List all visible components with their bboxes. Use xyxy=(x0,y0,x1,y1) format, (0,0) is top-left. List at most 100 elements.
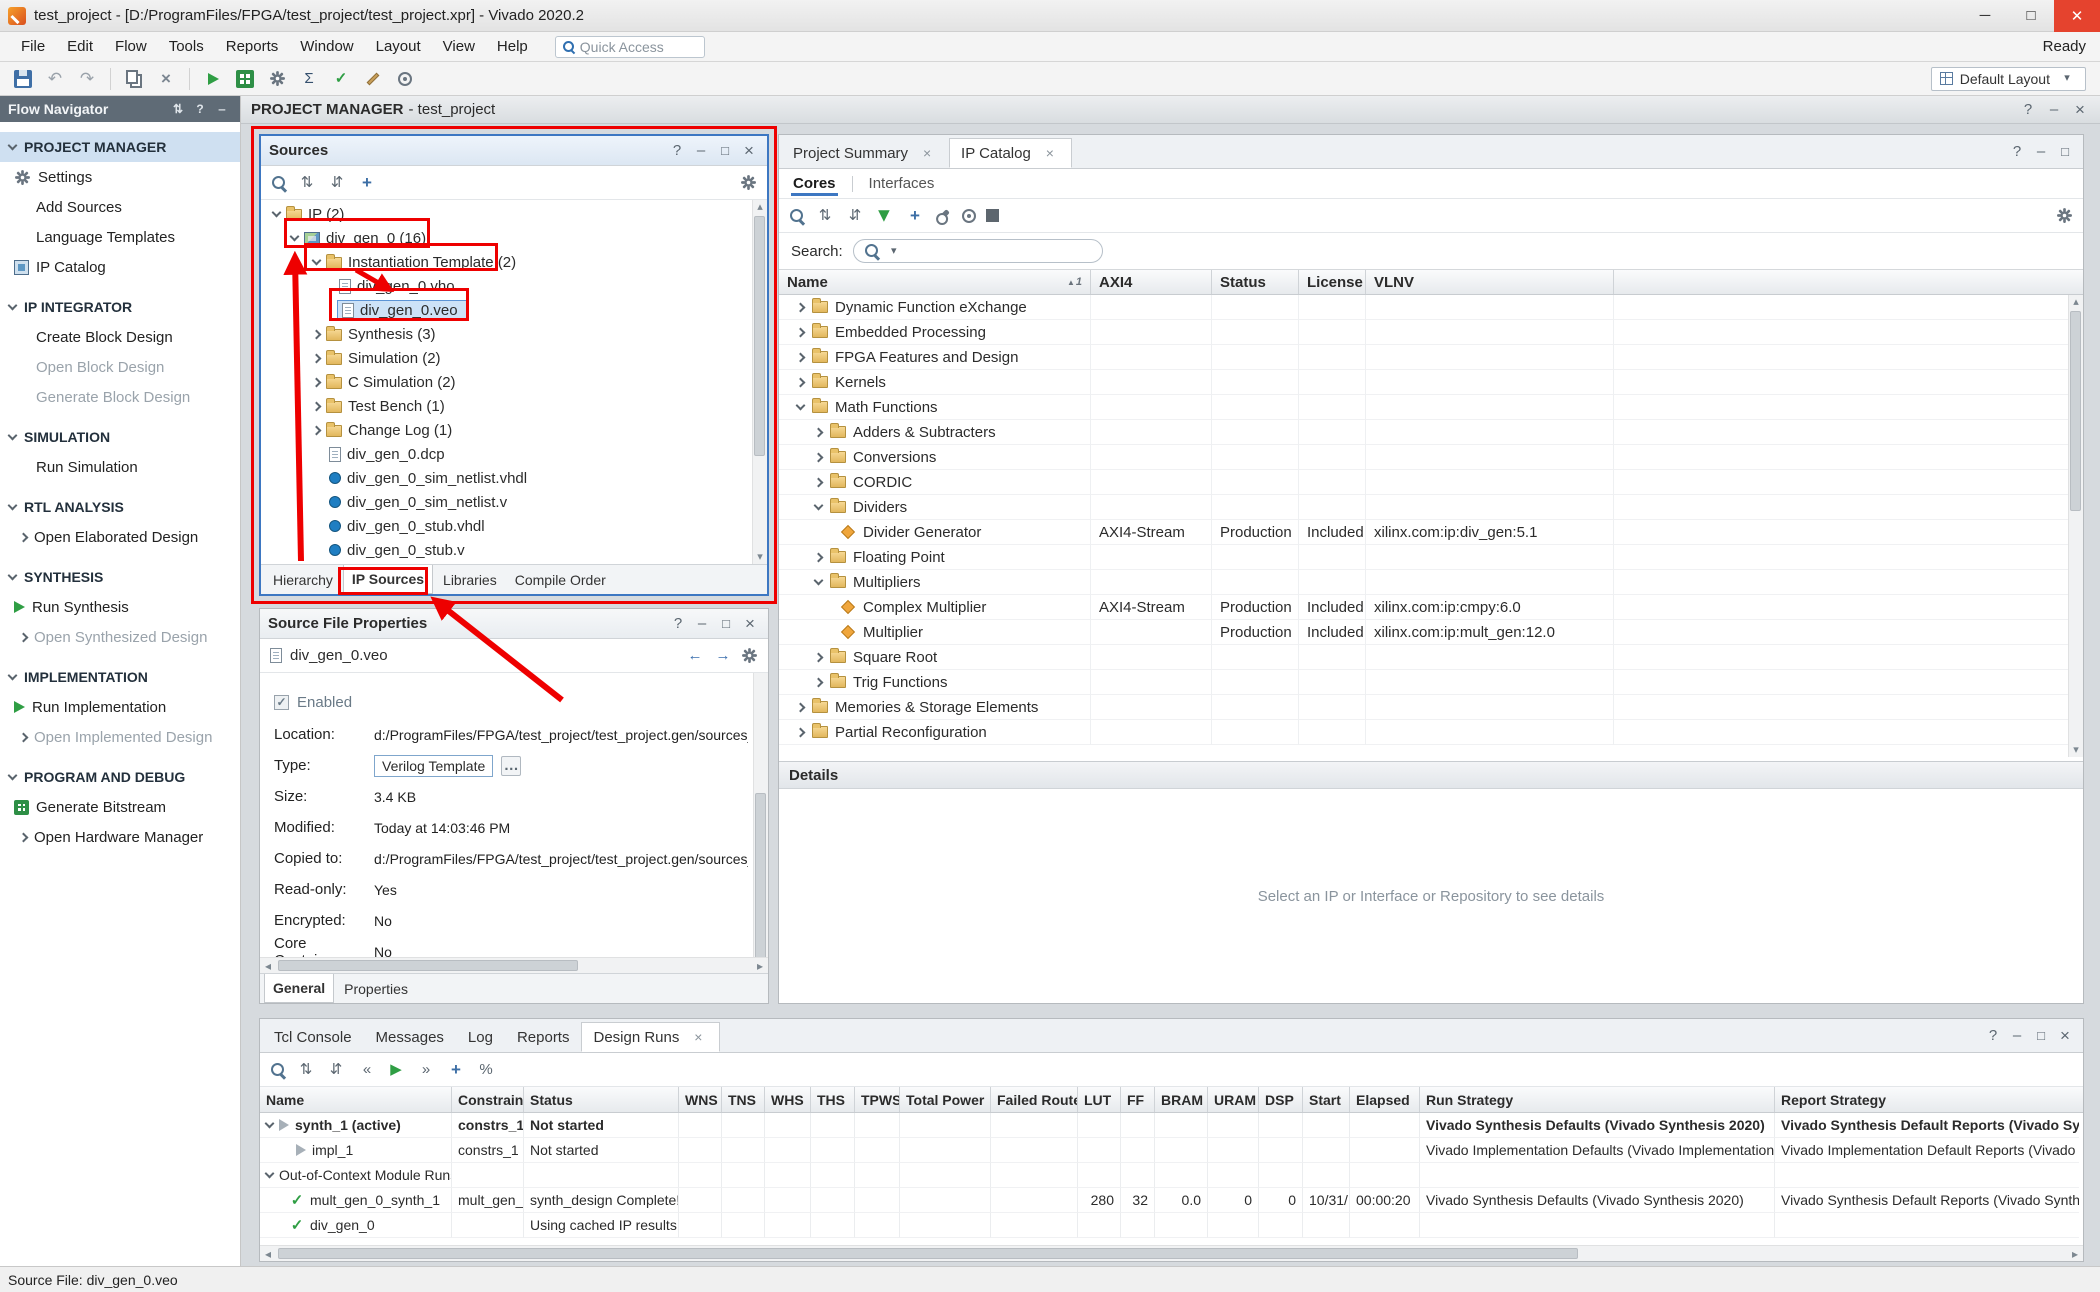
back-arrow-icon[interactable] xyxy=(685,646,705,666)
float-icon[interactable] xyxy=(716,614,736,634)
target-icon[interactable] xyxy=(962,209,976,223)
catalog-row-conversions[interactable]: Conversions xyxy=(779,445,2083,470)
chevron-right-icon[interactable] xyxy=(312,425,322,435)
chevron-right-icon[interactable] xyxy=(814,477,824,487)
flow-nav-item-language-templates[interactable]: Language Templates xyxy=(0,222,240,252)
tab-compile-order[interactable]: Compile Order xyxy=(507,565,614,594)
sources-scrollbar[interactable] xyxy=(752,200,767,564)
chevron-right-icon[interactable] xyxy=(814,427,824,437)
chevron-down-icon[interactable] xyxy=(272,208,282,218)
column-whs[interactable]: WHS xyxy=(765,1087,811,1112)
chevron-right-icon[interactable] xyxy=(796,702,806,712)
flow-nav-item-open-elaborated-design[interactable]: Open Elaborated Design xyxy=(0,522,240,552)
subtab-cores[interactable]: Cores xyxy=(791,171,838,196)
tab-tcl-console[interactable]: Tcl Console xyxy=(262,1022,364,1052)
probe-button[interactable] xyxy=(392,66,418,92)
catalog-row-multiplier[interactable]: MultiplierProductionIncludedxilinx.com:i… xyxy=(779,620,2083,645)
column-status[interactable]: Status xyxy=(1212,270,1299,294)
column-constraints[interactable]: Constraints xyxy=(452,1087,524,1112)
search-icon[interactable] xyxy=(270,1062,286,1078)
flow-nav-item-run-synthesis[interactable]: Run Synthesis xyxy=(0,592,240,622)
chevron-right-icon[interactable] xyxy=(19,532,29,542)
column-dsp[interactable]: DSP xyxy=(1259,1087,1303,1112)
flow-nav-section-program-and-debug[interactable]: PROGRAM AND DEBUG xyxy=(0,762,240,792)
flow-nav-item-generate-block-design[interactable]: Generate Block Design xyxy=(0,382,240,412)
menu-window[interactable]: Window xyxy=(289,32,364,61)
column-license[interactable]: License xyxy=(1299,270,1366,294)
subtab-interfaces[interactable]: Interfaces xyxy=(867,171,937,196)
catalog-row-multipliers[interactable]: Multipliers xyxy=(779,570,2083,595)
scroll-left-icon[interactable] xyxy=(260,956,276,976)
tab-messages[interactable]: Messages xyxy=(364,1022,456,1052)
run-button[interactable] xyxy=(200,66,226,92)
tree-item-div-gen-veo[interactable]: div_gen_0.veo xyxy=(261,298,767,322)
chevron-right-icon[interactable] xyxy=(796,727,806,737)
flow-nav-section-ip-integrator[interactable]: IP INTEGRATOR xyxy=(0,292,240,322)
scrollbar-thumb[interactable] xyxy=(2070,311,2081,511)
chevron-down-icon[interactable] xyxy=(265,1119,275,1129)
column-wns[interactable]: WNS xyxy=(679,1087,722,1112)
scroll-down-icon[interactable] xyxy=(2066,743,2086,757)
tab-reports[interactable]: Reports xyxy=(505,1022,582,1052)
column-failed-routes[interactable]: Failed Routes xyxy=(991,1087,1078,1112)
column-axi4[interactable]: AXI4 xyxy=(1091,270,1212,294)
help-icon[interactable] xyxy=(668,614,688,634)
scroll-down-icon[interactable] xyxy=(750,550,767,564)
copy-button[interactable] xyxy=(121,66,147,92)
catalog-scrollbar[interactable] xyxy=(2068,295,2083,757)
tab-libraries[interactable]: Libraries xyxy=(435,565,505,594)
column-total-power[interactable]: Total Power xyxy=(900,1087,991,1112)
catalog-row-cordic[interactable]: CORDIC xyxy=(779,470,2083,495)
chevron-right-icon[interactable] xyxy=(19,632,29,642)
settings-gear-icon[interactable] xyxy=(740,174,757,191)
close-tab-icon[interactable] xyxy=(1040,143,1060,163)
column-name[interactable]: Name1 xyxy=(779,270,1091,294)
column-ff[interactable]: FF xyxy=(1121,1087,1155,1112)
flow-nav-item-run-simulation[interactable]: Run Simulation xyxy=(0,452,240,482)
chevron-right-icon[interactable] xyxy=(814,677,824,687)
menu-layout[interactable]: Layout xyxy=(365,32,432,61)
sum-button[interactable] xyxy=(296,66,322,92)
flow-nav-item-create-block-design[interactable]: Create Block Design xyxy=(0,322,240,352)
quick-access-search[interactable]: Quick Access xyxy=(555,36,705,58)
collapse-all-icon[interactable] xyxy=(297,173,317,193)
menu-edit[interactable]: Edit xyxy=(56,32,104,61)
chevron-right-icon[interactable] xyxy=(312,377,322,387)
column-name[interactable]: Name xyxy=(260,1087,452,1112)
menu-flow[interactable]: Flow xyxy=(104,32,158,61)
menu-tools[interactable]: Tools xyxy=(158,32,215,61)
scrollbar-thumb[interactable] xyxy=(755,793,766,957)
catalog-row-memories-storage[interactable]: Memories & Storage Elements xyxy=(779,695,2083,720)
tree-item-stub-v[interactable]: div_gen_0_stub.v xyxy=(261,538,767,562)
expand-all-icon[interactable] xyxy=(327,173,347,193)
chevron-right-icon[interactable] xyxy=(814,452,824,462)
scrollbar-thumb[interactable] xyxy=(754,216,765,456)
column-uram[interactable]: URAM xyxy=(1208,1087,1259,1112)
scrollbar-thumb[interactable] xyxy=(278,960,578,971)
tab-ip-catalog[interactable]: IP Catalog xyxy=(949,138,1072,168)
chevron-down-icon[interactable] xyxy=(814,576,824,586)
flow-nav-item-generate-bitstream[interactable]: Generate Bitstream xyxy=(0,792,240,822)
minimize-icon[interactable] xyxy=(2031,142,2051,162)
settings-gear-icon[interactable] xyxy=(2056,207,2073,224)
collapse-all-icon[interactable] xyxy=(815,206,835,226)
flow-nav-section-project-manager[interactable]: PROJECT MANAGER xyxy=(0,132,240,162)
chevron-down-icon[interactable] xyxy=(265,1169,275,1179)
tree-item-div-gen-vho[interactable]: div_gen_0.vho xyxy=(261,274,767,298)
close-icon[interactable] xyxy=(739,141,759,161)
chevron-down-icon[interactable] xyxy=(290,232,300,242)
run-icon[interactable] xyxy=(386,1060,406,1080)
flow-nav-item-open-synthesized-design[interactable]: Open Synthesized Design xyxy=(0,622,240,652)
catalog-row-divider-generator[interactable]: Divider GeneratorAXI4-StreamProductionIn… xyxy=(779,520,2083,545)
delete-button[interactable] xyxy=(153,66,179,92)
catalog-row-kernels[interactable]: Kernels xyxy=(779,370,2083,395)
minimize-icon[interactable] xyxy=(2007,1026,2027,1046)
settings-gear-icon[interactable] xyxy=(741,647,758,664)
tab-log[interactable]: Log xyxy=(456,1022,505,1052)
step-back-icon[interactable] xyxy=(356,1060,376,1080)
runs-hscrollbar[interactable] xyxy=(260,1245,2083,1261)
menu-help[interactable]: Help xyxy=(486,32,539,61)
tree-item-div-gen-dcp[interactable]: div_gen_0.dcp xyxy=(261,442,767,466)
catalog-row-partial-reconfiguration[interactable]: Partial Reconfiguration xyxy=(779,720,2083,745)
column-report-strategy[interactable]: Report Strategy xyxy=(1775,1087,2079,1112)
